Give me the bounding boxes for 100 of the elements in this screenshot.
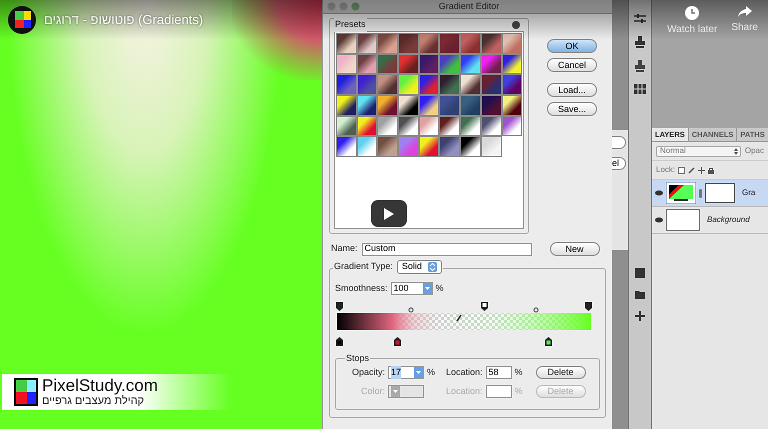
gradient-swatch[interactable] (336, 33, 357, 54)
gradient-swatch[interactable] (336, 136, 357, 158)
dropdown-icon (422, 283, 432, 294)
eye-icon[interactable] (655, 217, 663, 223)
brush-icon[interactable] (688, 166, 696, 174)
gradient-swatch[interactable] (336, 74, 357, 96)
gradient-swatch[interactable] (460, 33, 481, 54)
gradient-swatch[interactable] (480, 136, 502, 158)
menu-icon[interactable] (512, 21, 520, 29)
mask-thumbnail (705, 183, 735, 203)
gradient-swatch[interactable] (480, 74, 502, 96)
gradient-swatch[interactable] (418, 116, 440, 136)
unit-label: % (514, 385, 523, 398)
gradient-swatch[interactable] (480, 95, 502, 116)
field-label: Opacity: (350, 366, 385, 379)
layer-row[interactable]: Background (652, 207, 768, 234)
gradient-type-select[interactable]: Solid (396, 260, 442, 274)
gradient-swatch[interactable] (460, 136, 481, 158)
gradient-swatch[interactable] (336, 116, 357, 136)
gradient-swatch[interactable] (502, 116, 522, 136)
gradient-swatch[interactable] (336, 95, 357, 116)
field-label: Location: (446, 366, 483, 378)
gradient-swatch[interactable] (398, 33, 419, 54)
play-icon (384, 208, 394, 220)
gradient-swatch[interactable] (377, 74, 398, 96)
stamp-icon[interactable] (635, 60, 645, 72)
gradient-swatch[interactable] (502, 95, 522, 116)
gradient-swatch[interactable] (398, 74, 419, 96)
gradient-swatch[interactable] (439, 95, 460, 116)
field-label: Smoothness: (335, 282, 388, 295)
name-field[interactable]: Custom (362, 242, 532, 256)
layer-thumbnail (666, 182, 696, 204)
blend-mode-select[interactable]: Normal (656, 146, 741, 156)
gradient-swatch[interactable] (480, 116, 502, 136)
gradient-swatch[interactable] (336, 54, 357, 74)
stamp-icon[interactable] (635, 36, 645, 48)
gradient-swatch[interactable] (377, 33, 398, 54)
dialog-button[interactable]: Save... (547, 102, 597, 116)
lock-icon[interactable] (708, 166, 714, 174)
move-icon[interactable] (698, 166, 706, 174)
group-label: Gradient Type: (334, 260, 393, 274)
gradient-swatch[interactable] (398, 95, 419, 116)
gradient-swatch[interactable] (398, 136, 419, 158)
dialog-button[interactable]: Cancel (547, 58, 597, 72)
gradient-swatch[interactable] (356, 95, 378, 116)
unit-label: % (436, 282, 444, 295)
gradient-swatch[interactable] (439, 74, 460, 96)
folder-icon[interactable] (635, 290, 645, 299)
gradient-swatch[interactable] (418, 54, 440, 74)
layer-thumbnail (666, 209, 700, 231)
dialog-button[interactable]: el (612, 157, 626, 170)
smoothness-field[interactable]: 100 (390, 282, 433, 296)
gradient-swatch[interactable] (418, 136, 440, 158)
field-label: Name: (331, 242, 358, 256)
gradient-swatch[interactable] (439, 136, 460, 158)
play-button[interactable] (371, 200, 407, 227)
stepper-icon (428, 262, 437, 272)
dialog-button[interactable]: OK (547, 39, 597, 53)
gradient-swatch[interactable] (439, 54, 460, 74)
gradient-swatch[interactable] (377, 116, 398, 136)
gradient-swatch[interactable] (439, 116, 460, 136)
unit-label: % (514, 366, 523, 378)
logo-title: PixelStudy.com (42, 377, 158, 394)
gradient-swatch[interactable] (502, 54, 522, 74)
gradient-swatch[interactable] (460, 95, 481, 116)
gradient-swatch[interactable] (502, 74, 522, 96)
gradient-swatch[interactable] (460, 116, 481, 136)
gradient-swatch[interactable] (377, 95, 398, 116)
location-field[interactable]: 58 (486, 366, 512, 379)
opacity-field[interactable]: 17 (388, 366, 424, 379)
gradient-swatch[interactable] (356, 54, 378, 74)
logo-subtitle: קהילת מעצבים גרפיים (42, 396, 146, 407)
gradient-swatch[interactable] (460, 74, 481, 96)
gradient-swatch[interactable] (356, 116, 378, 136)
gradient-swatch[interactable] (460, 54, 481, 74)
link-icon[interactable] (699, 188, 702, 198)
gradient-swatch[interactable] (356, 33, 378, 54)
gradient-bar-drawing[interactable] (336, 302, 592, 346)
gradient-swatch[interactable] (377, 54, 398, 74)
dropdown-icon (414, 366, 423, 378)
gradient-swatch[interactable] (502, 33, 522, 54)
dropdown-icon (391, 386, 400, 398)
eye-icon[interactable] (655, 190, 663, 196)
gradient-swatch[interactable] (377, 136, 398, 158)
dialog-button[interactable] (612, 136, 626, 149)
gradient-swatch[interactable] (418, 95, 440, 116)
gradient-swatch[interactable] (480, 33, 502, 54)
layer-row[interactable]: Gra (652, 180, 768, 207)
gradient-swatch[interactable] (418, 33, 440, 54)
new-button[interactable]: New (550, 242, 600, 256)
gradient-swatch[interactable] (439, 33, 460, 54)
gradient-swatch[interactable] (398, 116, 419, 136)
delete-button[interactable]: Delete (536, 366, 586, 379)
gradient-swatch[interactable] (480, 54, 502, 74)
gradient-swatch[interactable] (356, 136, 378, 158)
gradient-swatch[interactable] (356, 74, 378, 96)
gradient-swatch[interactable] (398, 54, 419, 74)
sliders-icon[interactable] (634, 14, 646, 24)
gradient-swatch[interactable] (418, 74, 440, 96)
dialog-button[interactable]: Load... (547, 83, 597, 97)
